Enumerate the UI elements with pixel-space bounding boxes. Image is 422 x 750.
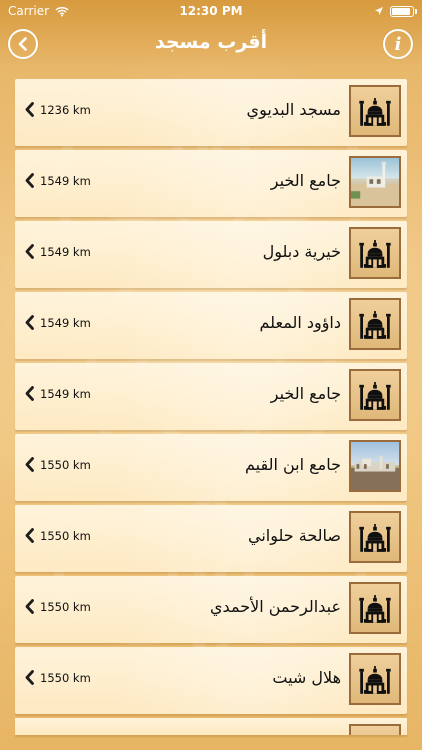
distance-group: 1236 km <box>24 102 91 117</box>
mosque-icon <box>359 240 391 268</box>
carrier-label: Carrier <box>8 4 50 18</box>
chevron-left-icon <box>25 457 34 472</box>
mosque-icon <box>349 511 401 563</box>
list-item[interactable]: 1549 km جامع الخير <box>15 150 407 217</box>
chevron-left-icon <box>25 670 34 685</box>
chevron-left-icon <box>18 37 27 51</box>
distance-label: 1236 km <box>40 102 91 117</box>
battery-icon <box>390 5 417 17</box>
mosque-icon <box>351 726 399 735</box>
chevron-left-icon <box>25 315 34 330</box>
battery-level <box>392 7 410 15</box>
location-arrow-icon <box>375 7 383 15</box>
chevron-left-icon <box>25 599 34 614</box>
mosque-photo <box>349 440 401 492</box>
mosque-name: داؤود المعلم <box>259 313 341 332</box>
distance-group: 1549 km <box>24 244 91 259</box>
distance-group: 1550 km <box>24 670 91 685</box>
mosque-name: جامع الخير <box>270 384 341 403</box>
back-button[interactable] <box>8 29 38 59</box>
mosque-name: هلال شيت <box>272 668 341 687</box>
mosque-name: صالحة حلواني <box>247 526 341 545</box>
mosque-icon <box>359 311 391 339</box>
distance-label: 1550 km <box>40 528 91 543</box>
mosque-name: مسجد البديوي <box>246 100 341 119</box>
list-item[interactable]: 1549 km خيرية دبلول <box>15 221 407 288</box>
mosque-icon <box>359 524 391 552</box>
distance-label: 1550 km <box>40 670 91 685</box>
list-item[interactable]: 1236 km مسجد البديوي <box>15 79 407 146</box>
mosque-name: جامع الخير <box>270 171 341 190</box>
list-item[interactable]: 1549 km داؤود المعلم <box>15 292 407 359</box>
distance-label: 1549 km <box>40 244 91 259</box>
mosque-name: جامع ابن القيم <box>245 455 341 474</box>
page-title: أقرب مسجد <box>154 31 268 53</box>
chevron-left-icon <box>25 102 34 117</box>
wifi-icon <box>55 6 69 16</box>
mosque-photo <box>351 455 399 490</box>
status-bar: Carrier 12:30 PM <box>0 0 422 22</box>
list-item[interactable]: 1550 km صالحة حلواني <box>15 505 407 572</box>
status-time: 12:30 PM <box>179 4 243 18</box>
mosque-photo <box>351 161 399 206</box>
list-item[interactable]: 1550 km جامع ابن القيم <box>15 434 407 501</box>
distance-label: 1550 km <box>40 457 91 472</box>
mosque-photo <box>349 156 401 208</box>
list-item-partial[interactable] <box>15 718 407 735</box>
chevron-left-icon <box>25 173 34 188</box>
mosque-icon <box>359 382 391 410</box>
mosque-icon <box>359 595 391 623</box>
mosque-icon <box>349 298 401 350</box>
distance-group: 1550 km <box>24 457 91 472</box>
navigation-bar: أقرب مسجد i <box>0 22 422 68</box>
info-icon: i <box>394 33 402 55</box>
mosque-icon <box>349 227 401 279</box>
distance-label: 1549 km <box>40 315 91 330</box>
mosque-name: خيرية دبلول <box>262 242 341 261</box>
distance-label: 1550 km <box>40 599 91 614</box>
list-item[interactable]: 1550 km عبدالرحمن الأحمدي <box>15 576 407 643</box>
mosque-icon <box>349 724 401 735</box>
distance-group: 1550 km <box>24 599 91 614</box>
distance-label: 1549 km <box>40 386 91 401</box>
status-right <box>374 5 417 17</box>
distance-group: 1549 km <box>24 173 91 188</box>
distance-group: 1550 km <box>24 528 91 543</box>
mosque-icon <box>359 666 391 694</box>
mosque-icon <box>359 98 391 126</box>
mosque-icon <box>349 582 401 634</box>
list-item[interactable]: 1549 km جامع الخير <box>15 363 407 430</box>
distance-group: 1549 km <box>24 386 91 401</box>
mosque-icon <box>349 369 401 421</box>
mosque-icon <box>349 653 401 705</box>
mosque-name: عبدالرحمن الأحمدي <box>210 597 341 616</box>
chevron-left-icon <box>25 528 34 543</box>
distance-label: 1549 km <box>40 173 91 188</box>
distance-group: 1549 km <box>24 315 91 330</box>
list-item[interactable]: 1550 km هلال شيت <box>15 647 407 714</box>
info-button[interactable]: i <box>383 29 413 59</box>
mosque-list: 1236 km مسجد البديوي 1549 km جامع الخير … <box>15 79 407 735</box>
mosque-icon <box>349 85 401 137</box>
chevron-left-icon <box>25 386 34 401</box>
chevron-left-icon <box>25 244 34 259</box>
status-left: Carrier <box>8 4 69 18</box>
